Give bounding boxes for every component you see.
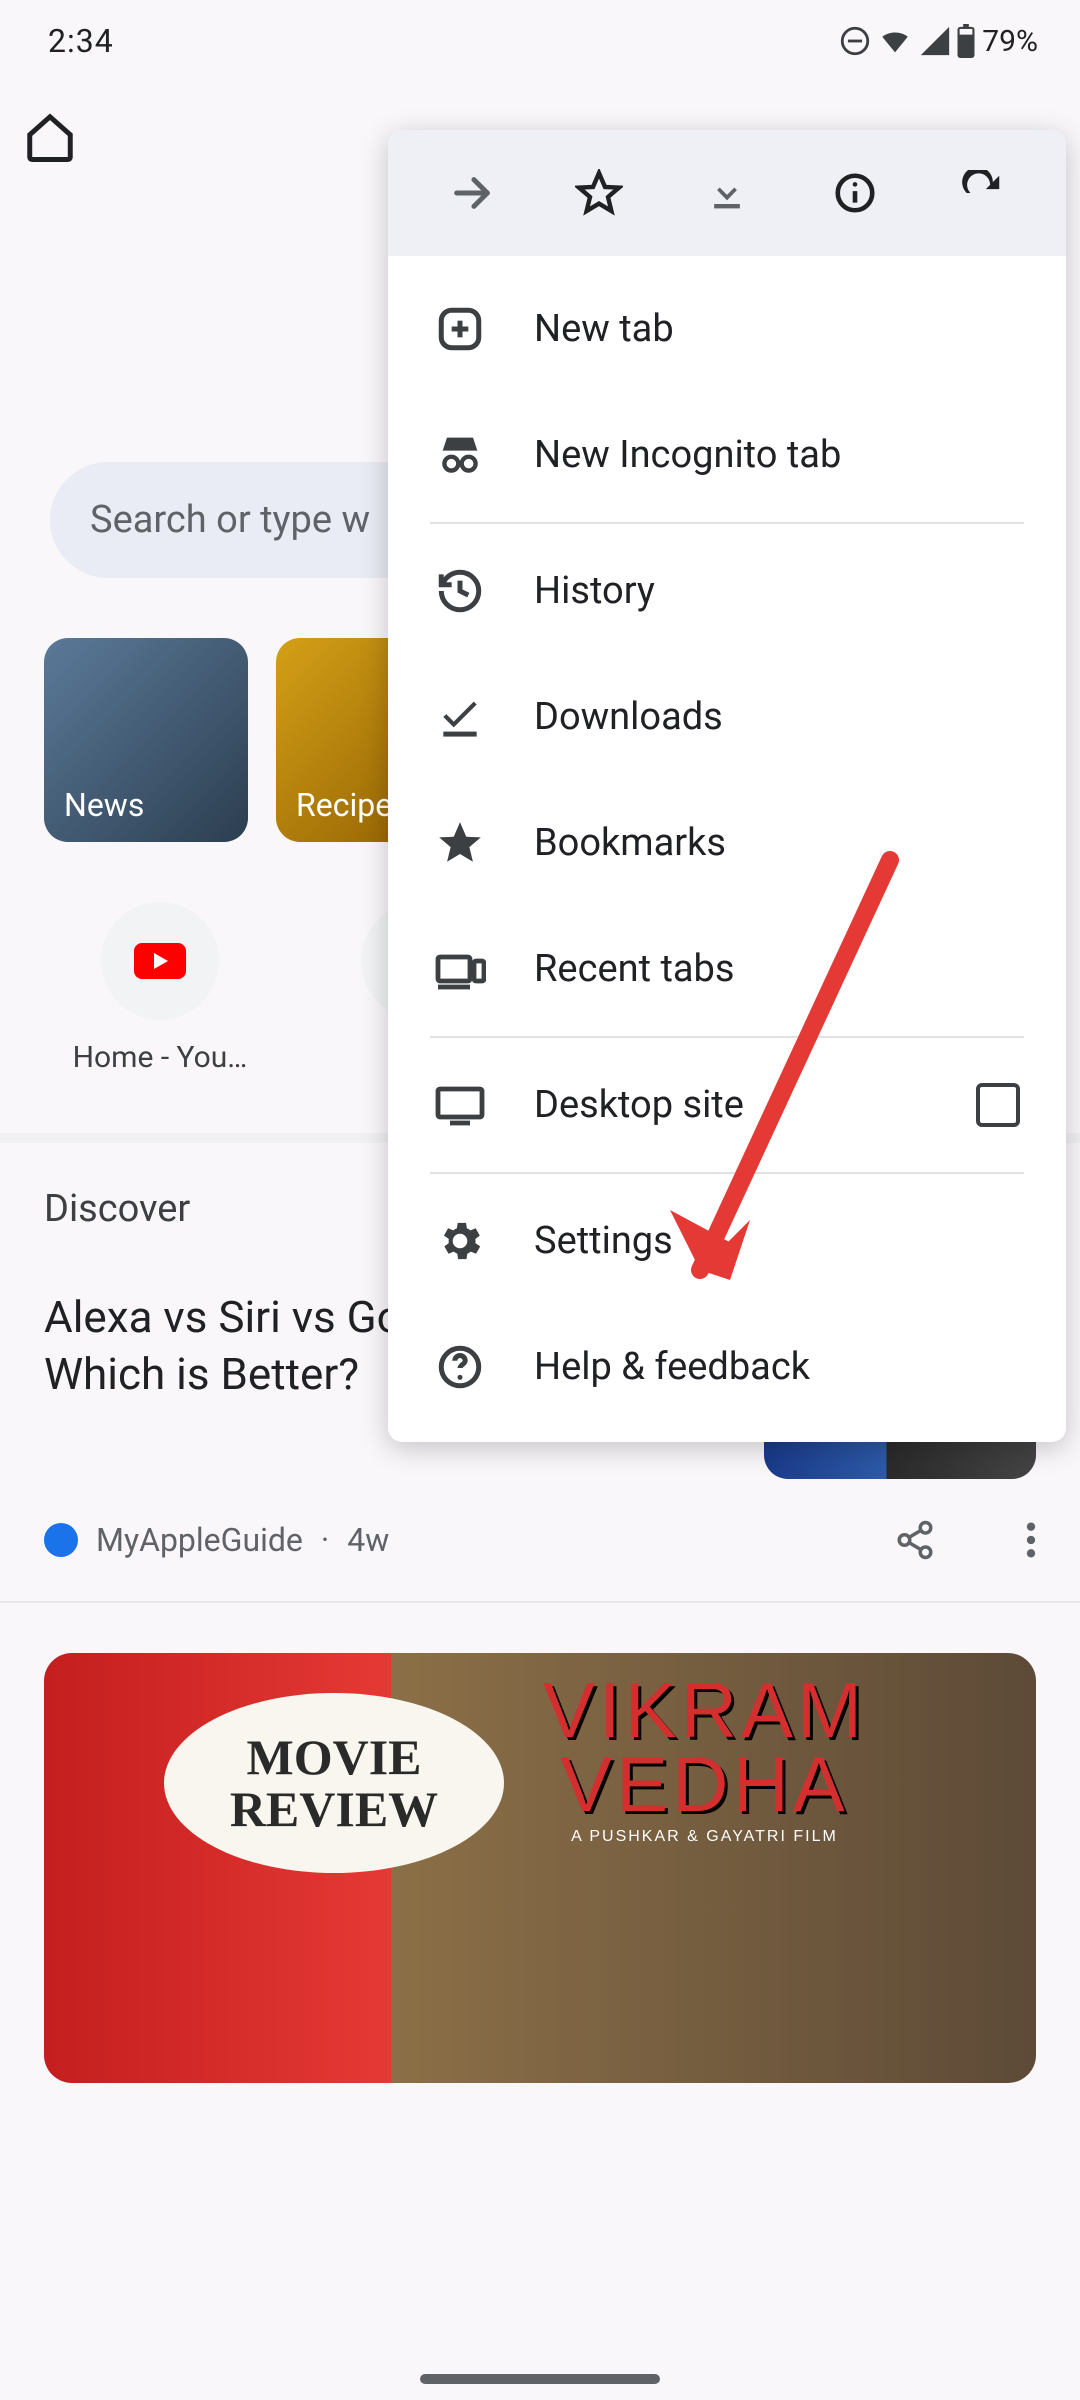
- category-label: News: [64, 786, 144, 824]
- menu-label: History: [534, 569, 655, 613]
- downloads-icon: [434, 691, 486, 743]
- bookmark-button[interactable]: [563, 157, 635, 229]
- feed-card-image[interactable]: MOVIE REVIEW VIKRAM VEDHA A PUSHKAR & GA…: [44, 1653, 1036, 2083]
- shortcut-label: Home - You…: [60, 1040, 260, 1075]
- feed-favicon: [44, 1523, 78, 1557]
- settings-icon: [434, 1215, 486, 1267]
- desktop-site-checkbox[interactable]: [976, 1083, 1020, 1127]
- feed-separator: ·: [321, 1521, 329, 1559]
- incognito-icon: [434, 429, 486, 481]
- menu-item-incognito[interactable]: New Incognito tab: [388, 392, 1066, 518]
- status-bar: 2:34 79%: [0, 0, 1080, 82]
- search-placeholder: Search or type w: [90, 498, 370, 542]
- more-icon[interactable]: [1026, 1519, 1036, 1561]
- status-time: 2:34: [48, 22, 114, 60]
- home-button[interactable]: [20, 107, 80, 167]
- battery-text: 79%: [982, 24, 1038, 59]
- youtube-icon: [134, 943, 186, 979]
- menu-item-new-tab[interactable]: New tab: [388, 266, 1066, 392]
- signal-icon: [918, 24, 952, 58]
- menu-label: Downloads: [534, 695, 723, 739]
- menu-item-help-feedback[interactable]: Help & feedback: [388, 1304, 1066, 1430]
- bookmarks-icon: [434, 817, 486, 869]
- forward-icon: [449, 170, 495, 216]
- history-icon: [434, 565, 486, 617]
- shortcut-icon: [101, 902, 219, 1020]
- status-icons: 79%: [838, 24, 1038, 59]
- menu-divider: [430, 522, 1024, 524]
- movie-subtitle: A PUSHKAR & GAYATRI FILM: [543, 1829, 866, 1844]
- menu-label: Bookmarks: [534, 821, 726, 865]
- menu-label: New Incognito tab: [534, 433, 841, 477]
- menu-item-desktop-site[interactable]: Desktop site: [388, 1042, 1066, 1168]
- menu-label: Help & feedback: [534, 1345, 810, 1389]
- home-icon: [23, 110, 77, 164]
- reload-icon: [959, 170, 1005, 216]
- menu-top-actions: [388, 130, 1066, 256]
- forward-button[interactable]: [436, 157, 508, 229]
- movie-title-line: VIKRAM: [543, 1673, 866, 1747]
- shortcut-youtube[interactable]: Home - You…: [60, 902, 260, 1075]
- menu-label: Recent tabs: [534, 947, 735, 991]
- category-label: Recipe: [296, 786, 392, 824]
- menu-divider: [430, 1172, 1024, 1174]
- feed-meta: MyAppleGuide · 4w: [44, 1519, 1036, 1561]
- category-card-news[interactable]: News: [44, 638, 248, 842]
- menu-item-downloads[interactable]: Downloads: [388, 654, 1066, 780]
- menu-label: New tab: [534, 307, 674, 351]
- menu-item-bookmarks[interactable]: Bookmarks: [388, 780, 1066, 906]
- recent-tabs-icon: [434, 943, 486, 995]
- menu-item-settings[interactable]: Settings: [388, 1178, 1066, 1304]
- movie-title: VIKRAM VEDHA A PUSHKAR & GAYATRI FILM: [543, 1673, 866, 1844]
- movie-review-bubble: MOVIE REVIEW: [164, 1693, 504, 1873]
- overflow-menu: New tab New Incognito tab History Downlo…: [388, 130, 1066, 1442]
- feed-age: 4w: [347, 1521, 389, 1559]
- feed-source: MyAppleGuide: [96, 1521, 303, 1559]
- info-button[interactable]: [819, 157, 891, 229]
- menu-label: Settings: [534, 1219, 673, 1263]
- wifi-icon: [876, 24, 914, 58]
- info-icon: [832, 170, 878, 216]
- download-icon: [705, 171, 749, 215]
- download-button[interactable]: [691, 157, 763, 229]
- menu-list: New tab New Incognito tab History Downlo…: [388, 256, 1066, 1442]
- menu-item-history[interactable]: History: [388, 528, 1066, 654]
- battery-icon: [956, 24, 976, 58]
- dnd-icon: [838, 24, 872, 58]
- reload-button[interactable]: [946, 157, 1018, 229]
- menu-label: Desktop site: [534, 1083, 744, 1127]
- help-icon: [434, 1341, 486, 1393]
- new-tab-icon: [434, 303, 486, 355]
- menu-item-recent-tabs[interactable]: Recent tabs: [388, 906, 1066, 1032]
- star-icon: [575, 169, 623, 217]
- movie-title-line: VEDHA: [543, 1747, 866, 1821]
- share-icon[interactable]: [894, 1519, 936, 1561]
- gesture-bar: [420, 2374, 660, 2384]
- menu-divider: [430, 1036, 1024, 1038]
- desktop-icon: [434, 1079, 486, 1131]
